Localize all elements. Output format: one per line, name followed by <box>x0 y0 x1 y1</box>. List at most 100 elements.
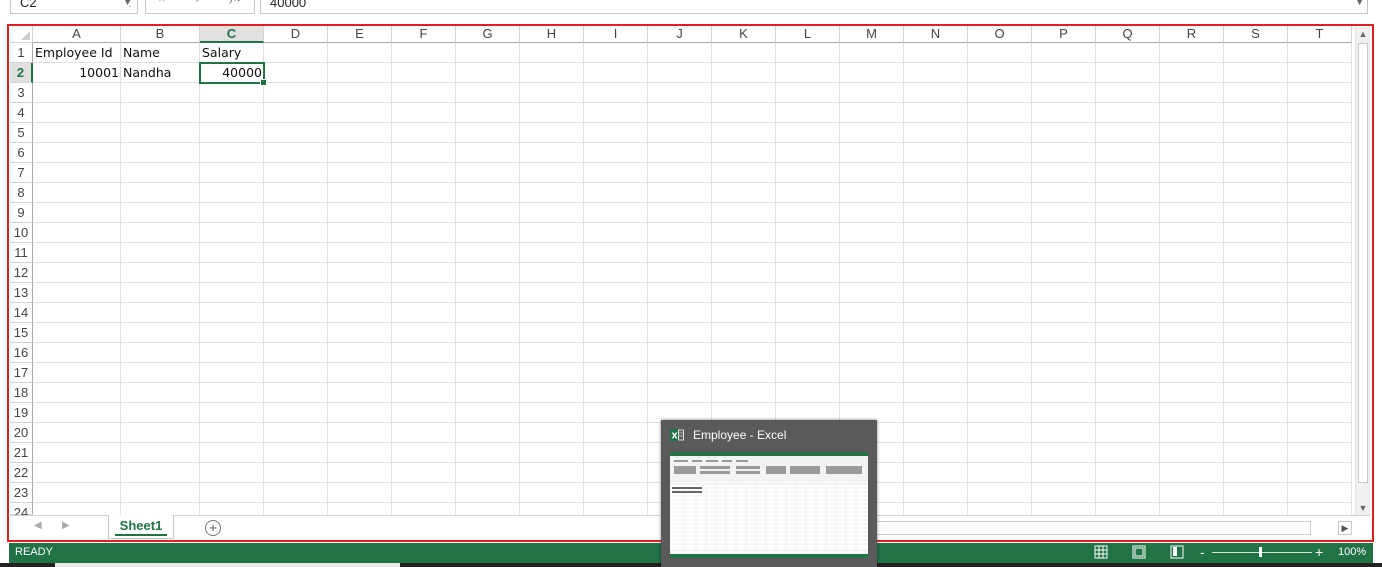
column-header-j[interactable]: J <box>648 25 712 43</box>
preview-thumbnail <box>670 452 868 558</box>
insert-function-icon[interactable]: fx <box>230 0 240 4</box>
grid-line <box>647 43 648 515</box>
grid-line <box>1287 43 1288 515</box>
column-header-n[interactable]: N <box>904 25 968 43</box>
row-header-4[interactable]: 4 <box>10 103 33 123</box>
formula-buttons: × ✓ fx <box>145 0 255 14</box>
selected-cell-border <box>199 62 267 86</box>
scroll-down-icon[interactable]: ▼ <box>1356 501 1370 515</box>
page-break-preview-icon[interactable] <box>1170 545 1184 559</box>
row-header-19[interactable]: 19 <box>10 403 33 423</box>
column-header-h[interactable]: H <box>520 25 584 43</box>
row-header-15[interactable]: 15 <box>10 323 33 343</box>
row-header-14[interactable]: 14 <box>10 303 33 323</box>
row-header-6[interactable]: 6 <box>10 143 33 163</box>
cell-c1[interactable]: Salary <box>200 43 264 63</box>
cell-b2[interactable]: Nandha <box>121 63 200 83</box>
cell-a2[interactable]: 10001 <box>33 63 121 83</box>
vertical-scroll-thumb[interactable] <box>1358 43 1368 483</box>
status-ready: READY <box>15 546 53 558</box>
row-header-8[interactable]: 8 <box>10 183 33 203</box>
svg-text:X: X <box>672 432 679 441</box>
scroll-right-icon[interactable]: ▶ <box>1338 521 1352 535</box>
column-header-t[interactable]: T <box>1288 25 1352 43</box>
page-layout-view-icon[interactable] <box>1132 545 1146 559</box>
column-header-k[interactable]: K <box>712 25 776 43</box>
row-header-23[interactable]: 23 <box>10 483 33 503</box>
prev-sheet-icon[interactable]: ◀ <box>34 520 42 531</box>
column-header-g[interactable]: G <box>456 25 520 43</box>
grid-line <box>583 43 584 515</box>
column-header-f[interactable]: F <box>392 25 456 43</box>
sheet-tab-sheet1[interactable]: Sheet1 <box>108 515 174 539</box>
row-header-3[interactable]: 3 <box>10 83 33 103</box>
vertical-scrollbar[interactable]: ▲ ▼ <box>1355 27 1370 515</box>
taskbar-preview[interactable]: X Employee - Excel <box>661 420 877 567</box>
column-header-a[interactable]: A <box>33 25 121 43</box>
grid-line <box>1159 43 1160 515</box>
row-header-9[interactable]: 9 <box>10 203 33 223</box>
grid-line <box>327 43 328 515</box>
column-header-d[interactable]: D <box>264 25 328 43</box>
formula-input[interactable]: 40000 ▼ <box>260 0 1368 14</box>
name-box-value: C2 <box>20 0 37 10</box>
grid-line <box>967 43 968 515</box>
row-header-10[interactable]: 10 <box>10 223 33 243</box>
cell-b1[interactable]: Name <box>121 43 200 63</box>
next-sheet-icon[interactable]: ▶ <box>62 520 70 531</box>
column-header-c[interactable]: C <box>200 25 264 43</box>
normal-view-icon[interactable] <box>1094 545 1108 559</box>
cancel-icon[interactable]: × <box>158 0 166 6</box>
zoom-in-icon[interactable]: + <box>1315 544 1323 560</box>
select-all-corner[interactable] <box>10 25 33 43</box>
name-box[interactable]: C2 ▼ <box>10 0 138 14</box>
formula-input-value: 40000 <box>270 0 307 10</box>
column-header-r[interactable]: R <box>1160 25 1224 43</box>
row-header-17[interactable]: 17 <box>10 363 33 383</box>
row-header-21[interactable]: 21 <box>10 443 33 463</box>
formula-bar: C2 ▼ : × ✓ fx 40000 ▼ <box>0 0 1382 14</box>
cell-a1[interactable]: Employee Id <box>33 43 121 63</box>
taskbar-segment <box>400 563 1382 567</box>
row-header-24[interactable]: 24 <box>10 503 33 520</box>
column-header-e[interactable]: E <box>328 25 392 43</box>
row-header-12[interactable]: 12 <box>10 263 33 283</box>
column-header-m[interactable]: M <box>840 25 904 43</box>
column-header-p[interactable]: P <box>1032 25 1096 43</box>
grid-line <box>903 43 904 515</box>
grid-line <box>519 43 520 515</box>
row-header-20[interactable]: 20 <box>10 423 33 443</box>
row-header-2[interactable]: 2 <box>10 63 33 83</box>
grid-line <box>1031 43 1032 515</box>
enter-icon[interactable]: ✓ <box>194 0 205 7</box>
column-header-s[interactable]: S <box>1224 25 1288 43</box>
add-sheet-icon[interactable]: + <box>205 520 221 536</box>
row-header-16[interactable]: 16 <box>10 343 33 363</box>
zoom-slider-thumb[interactable] <box>1259 547 1262 557</box>
grid-line <box>120 43 121 515</box>
column-header-b[interactable]: B <box>121 25 200 43</box>
column-header-i[interactable]: I <box>584 25 648 43</box>
grid-line <box>1223 43 1224 515</box>
preview-title: Employee - Excel <box>693 428 787 442</box>
formula-bar-separator: : <box>128 0 132 10</box>
horizontal-scrollbar[interactable] <box>876 521 1311 535</box>
grid-line <box>1095 43 1096 515</box>
column-header-q[interactable]: Q <box>1096 25 1160 43</box>
grid-line <box>391 43 392 515</box>
scroll-up-icon[interactable]: ▲ <box>1356 27 1370 41</box>
row-header-1[interactable]: 1 <box>10 43 33 63</box>
column-header-l[interactable]: L <box>776 25 840 43</box>
zoom-level[interactable]: 100% <box>1338 546 1366 558</box>
taskbar-segment <box>0 563 55 567</box>
chevron-down-icon[interactable]: ▼ <box>1355 0 1364 7</box>
row-header-13[interactable]: 13 <box>10 283 33 303</box>
zoom-slider[interactable] <box>1212 552 1312 553</box>
row-header-11[interactable]: 11 <box>10 243 33 263</box>
row-header-18[interactable]: 18 <box>10 383 33 403</box>
row-header-22[interactable]: 22 <box>10 463 33 483</box>
zoom-out-icon[interactable]: - <box>1200 544 1205 560</box>
column-header-o[interactable]: O <box>968 25 1032 43</box>
row-header-7[interactable]: 7 <box>10 163 33 183</box>
row-header-5[interactable]: 5 <box>10 123 33 143</box>
